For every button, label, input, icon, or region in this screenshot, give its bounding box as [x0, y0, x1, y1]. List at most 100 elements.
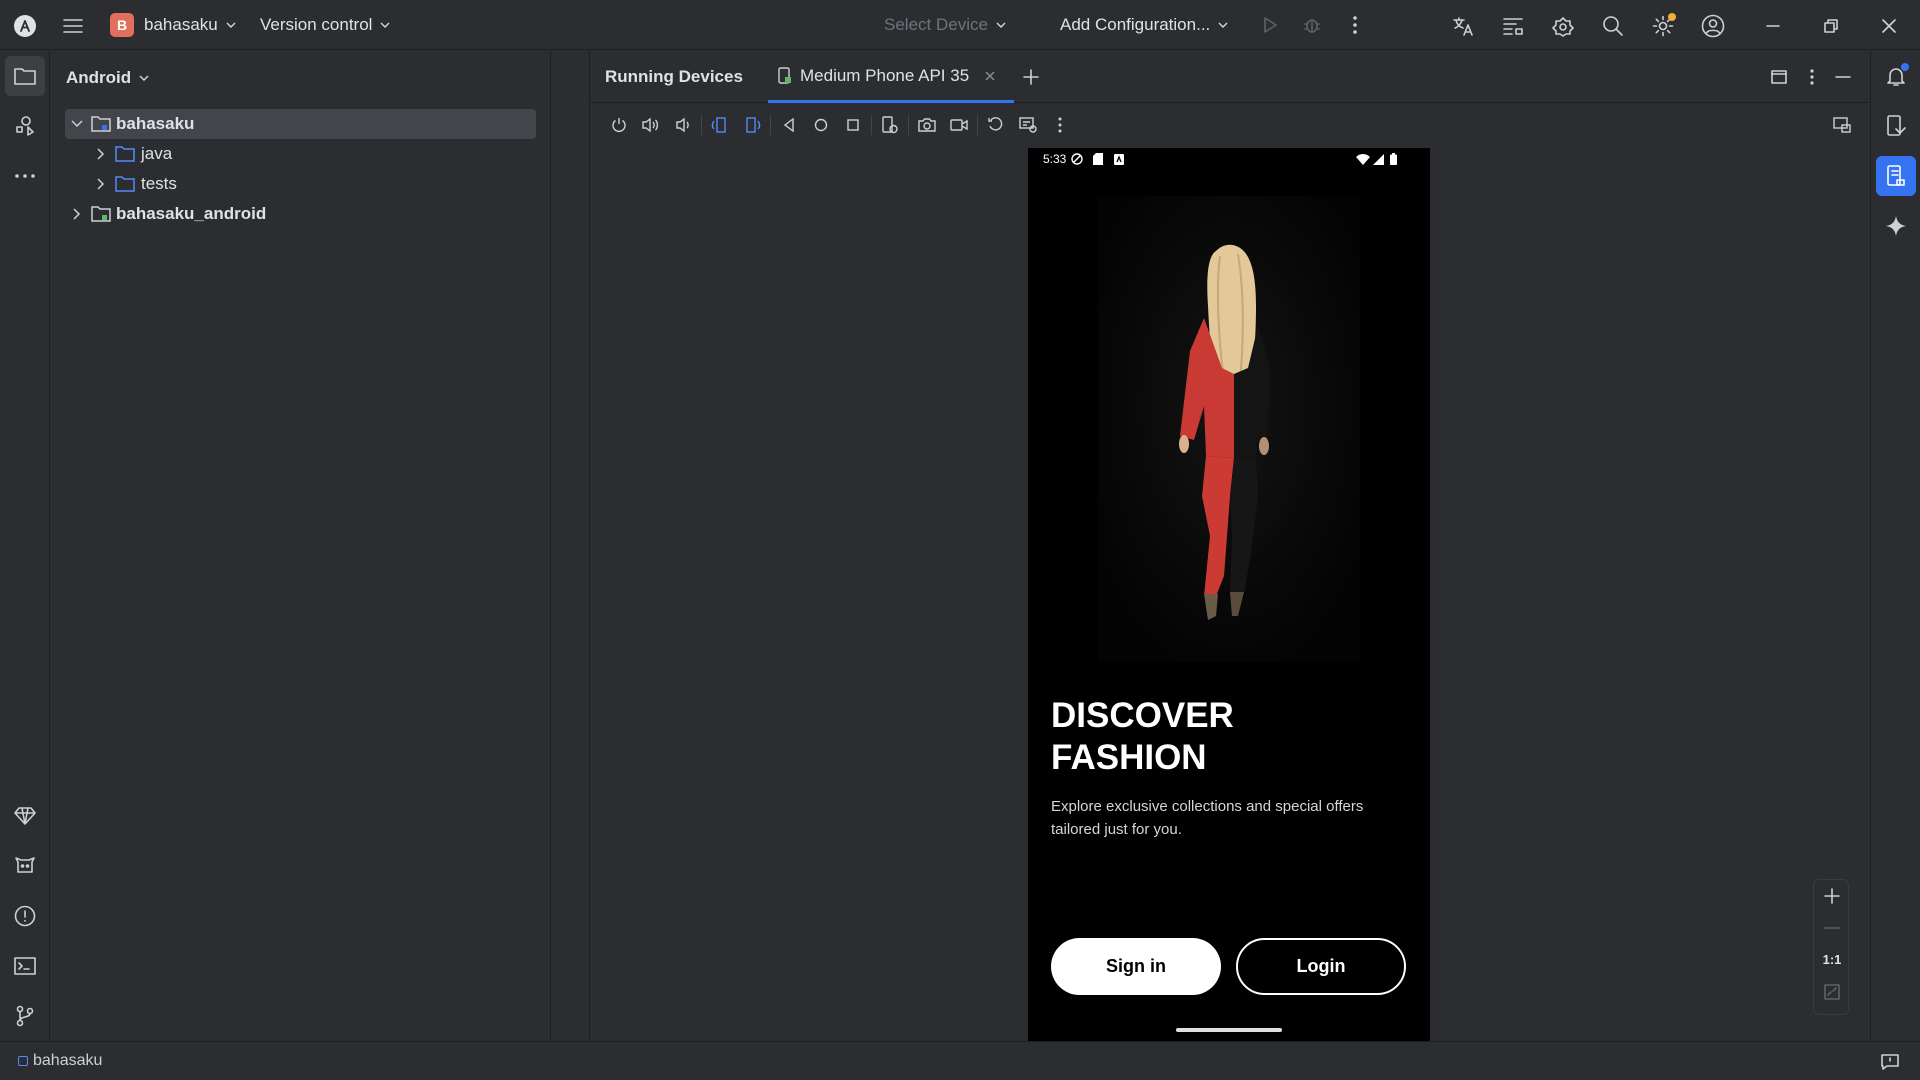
- panel-title: Running Devices: [605, 66, 743, 86]
- more-emulator-options-icon[interactable]: [1044, 109, 1076, 141]
- toolbar-separator: [770, 115, 771, 135]
- resource-manager-button[interactable]: [5, 106, 45, 146]
- tree-item-tests[interactable]: tests: [89, 169, 177, 199]
- android-cat-icon: [14, 856, 36, 876]
- tree-item-label: java: [141, 144, 173, 163]
- chevron-down-icon: [996, 22, 1006, 28]
- sign-in-button[interactable]: Sign in: [1051, 938, 1221, 995]
- zoom-in-icon[interactable]: [1822, 886, 1842, 906]
- screen-record-icon[interactable]: [943, 109, 975, 141]
- volume-up-icon[interactable]: [635, 109, 667, 141]
- tree-item-bahasaku[interactable]: bahasaku: [65, 109, 536, 139]
- chevron-down-icon: [71, 120, 83, 128]
- project-view-label: Android: [66, 67, 132, 87]
- close-tab-icon[interactable]: [985, 71, 995, 81]
- restore-window-icon[interactable]: [1818, 13, 1844, 39]
- headline-line-1: DISCOVER: [1051, 696, 1234, 735]
- account-icon[interactable]: [1700, 13, 1726, 39]
- rotate-right-icon[interactable]: [736, 109, 768, 141]
- running-devices-panel: Running Devices Medium Phone API 35 5:33…: [591, 51, 1869, 1041]
- cellular-signal-icon: [1373, 153, 1385, 165]
- fit-screen-icon[interactable]: [1822, 982, 1842, 1002]
- run-configuration-selector[interactable]: Add Configuration...: [1060, 0, 1228, 50]
- folder-icon: [115, 176, 135, 192]
- close-window-icon[interactable]: [1876, 13, 1902, 39]
- gemini-bug-icon[interactable]: [1550, 13, 1576, 39]
- device-mirroring-icon[interactable]: [1826, 109, 1858, 141]
- minimize-window-icon[interactable]: [1760, 13, 1786, 39]
- power-icon[interactable]: [603, 109, 635, 141]
- tree-item-label: bahasaku_android: [116, 204, 267, 223]
- status-bar: bahasaku: [0, 1041, 1920, 1080]
- wifi-icon: [1356, 153, 1371, 165]
- terminal-tool-button[interactable]: [5, 946, 45, 986]
- screenshot-camera-icon[interactable]: [911, 109, 943, 141]
- rotate-left-icon[interactable]: [704, 109, 736, 141]
- hero-description: Explore exclusive collections and specia…: [1051, 798, 1364, 838]
- git-tool-button[interactable]: [5, 996, 45, 1036]
- folder-icon: [13, 66, 37, 86]
- chevron-down-icon: [226, 22, 236, 28]
- more-tools-button[interactable]: [5, 156, 45, 196]
- notification-dot: [1901, 63, 1909, 71]
- search-icon[interactable]: [1600, 13, 1626, 39]
- feedback-icon[interactable]: [1880, 1052, 1900, 1072]
- settings-gear-icon[interactable]: [1650, 13, 1676, 39]
- gradle-gem-tool-button[interactable]: [5, 796, 45, 836]
- chevron-right-icon: [73, 208, 81, 220]
- main-menu-icon[interactable]: [60, 13, 86, 39]
- version-control-label: Version control: [260, 15, 373, 34]
- project-selector[interactable]: B bahasaku: [110, 0, 236, 50]
- notification-dot: [1668, 13, 1676, 21]
- zoom-out-icon[interactable]: [1822, 918, 1842, 938]
- device-selector[interactable]: Select Device: [884, 0, 1006, 50]
- debug-icon[interactable]: [1300, 13, 1324, 37]
- translate-icon[interactable]: [1450, 13, 1476, 39]
- chevron-down-icon: [1218, 22, 1228, 28]
- panel-splitter[interactable]: [552, 51, 590, 1041]
- chevron-down-icon: [380, 22, 390, 28]
- status-project-name[interactable]: bahasaku: [33, 1052, 102, 1070]
- phone-device-icon: [778, 66, 791, 84]
- chevron-down-icon: [139, 74, 149, 81]
- device-screen[interactable]: 5:33 DISCOVER FASHION Explore exclusive …: [1028, 148, 1430, 1041]
- module-folder-icon: [91, 206, 111, 222]
- extended-controls-icon[interactable]: [1012, 109, 1044, 141]
- project-tool-button[interactable]: [5, 56, 45, 96]
- hide-panel-icon[interactable]: [1832, 66, 1854, 88]
- device-snapshot-icon[interactable]: [874, 109, 906, 141]
- overview-icon[interactable]: [837, 109, 869, 141]
- module-folder-icon: [91, 116, 111, 132]
- volume-down-icon[interactable]: [667, 109, 699, 141]
- tree-item-bahasaku-android[interactable]: bahasaku_android: [65, 199, 266, 229]
- running-devices-button[interactable]: [1876, 156, 1916, 196]
- tree-item-java[interactable]: java: [89, 139, 172, 169]
- running-devices-icon: [1886, 165, 1906, 187]
- device-manager-button[interactable]: [1876, 106, 1916, 146]
- fashion-hero-image: [1098, 196, 1360, 662]
- home-icon[interactable]: [805, 109, 837, 141]
- zoom-controls: 1:1: [1813, 879, 1849, 1015]
- gem-icon: [14, 806, 36, 826]
- gesture-nav-bar[interactable]: [1176, 1028, 1282, 1032]
- more-actions-icon[interactable]: [1343, 13, 1367, 37]
- project-view-selector[interactable]: Android: [51, 51, 550, 104]
- tab-medium-phone[interactable]: Medium Phone API 35: [768, 51, 1014, 103]
- reset-rotation-icon[interactable]: [980, 109, 1012, 141]
- resource-manager-icon: [14, 115, 36, 137]
- notifications-button[interactable]: [1876, 56, 1916, 96]
- login-button[interactable]: Login: [1236, 938, 1406, 995]
- app-inspection-button[interactable]: [5, 846, 45, 886]
- gemini-button[interactable]: [1876, 206, 1916, 246]
- tab-label: Medium Phone API 35: [800, 65, 970, 85]
- add-device-tab-icon[interactable]: [1019, 65, 1043, 89]
- panel-options-icon[interactable]: [1801, 66, 1823, 88]
- maximize-panel-icon[interactable]: [1768, 66, 1790, 88]
- problems-tool-button[interactable]: [5, 896, 45, 936]
- zoom-actual-size-button[interactable]: 1:1: [1814, 952, 1850, 967]
- run-icon[interactable]: [1258, 13, 1282, 37]
- code-with-me-icon[interactable]: [1500, 13, 1526, 39]
- terminal-icon: [14, 956, 36, 976]
- back-icon[interactable]: [773, 109, 805, 141]
- version-control-menu[interactable]: Version control: [260, 0, 390, 50]
